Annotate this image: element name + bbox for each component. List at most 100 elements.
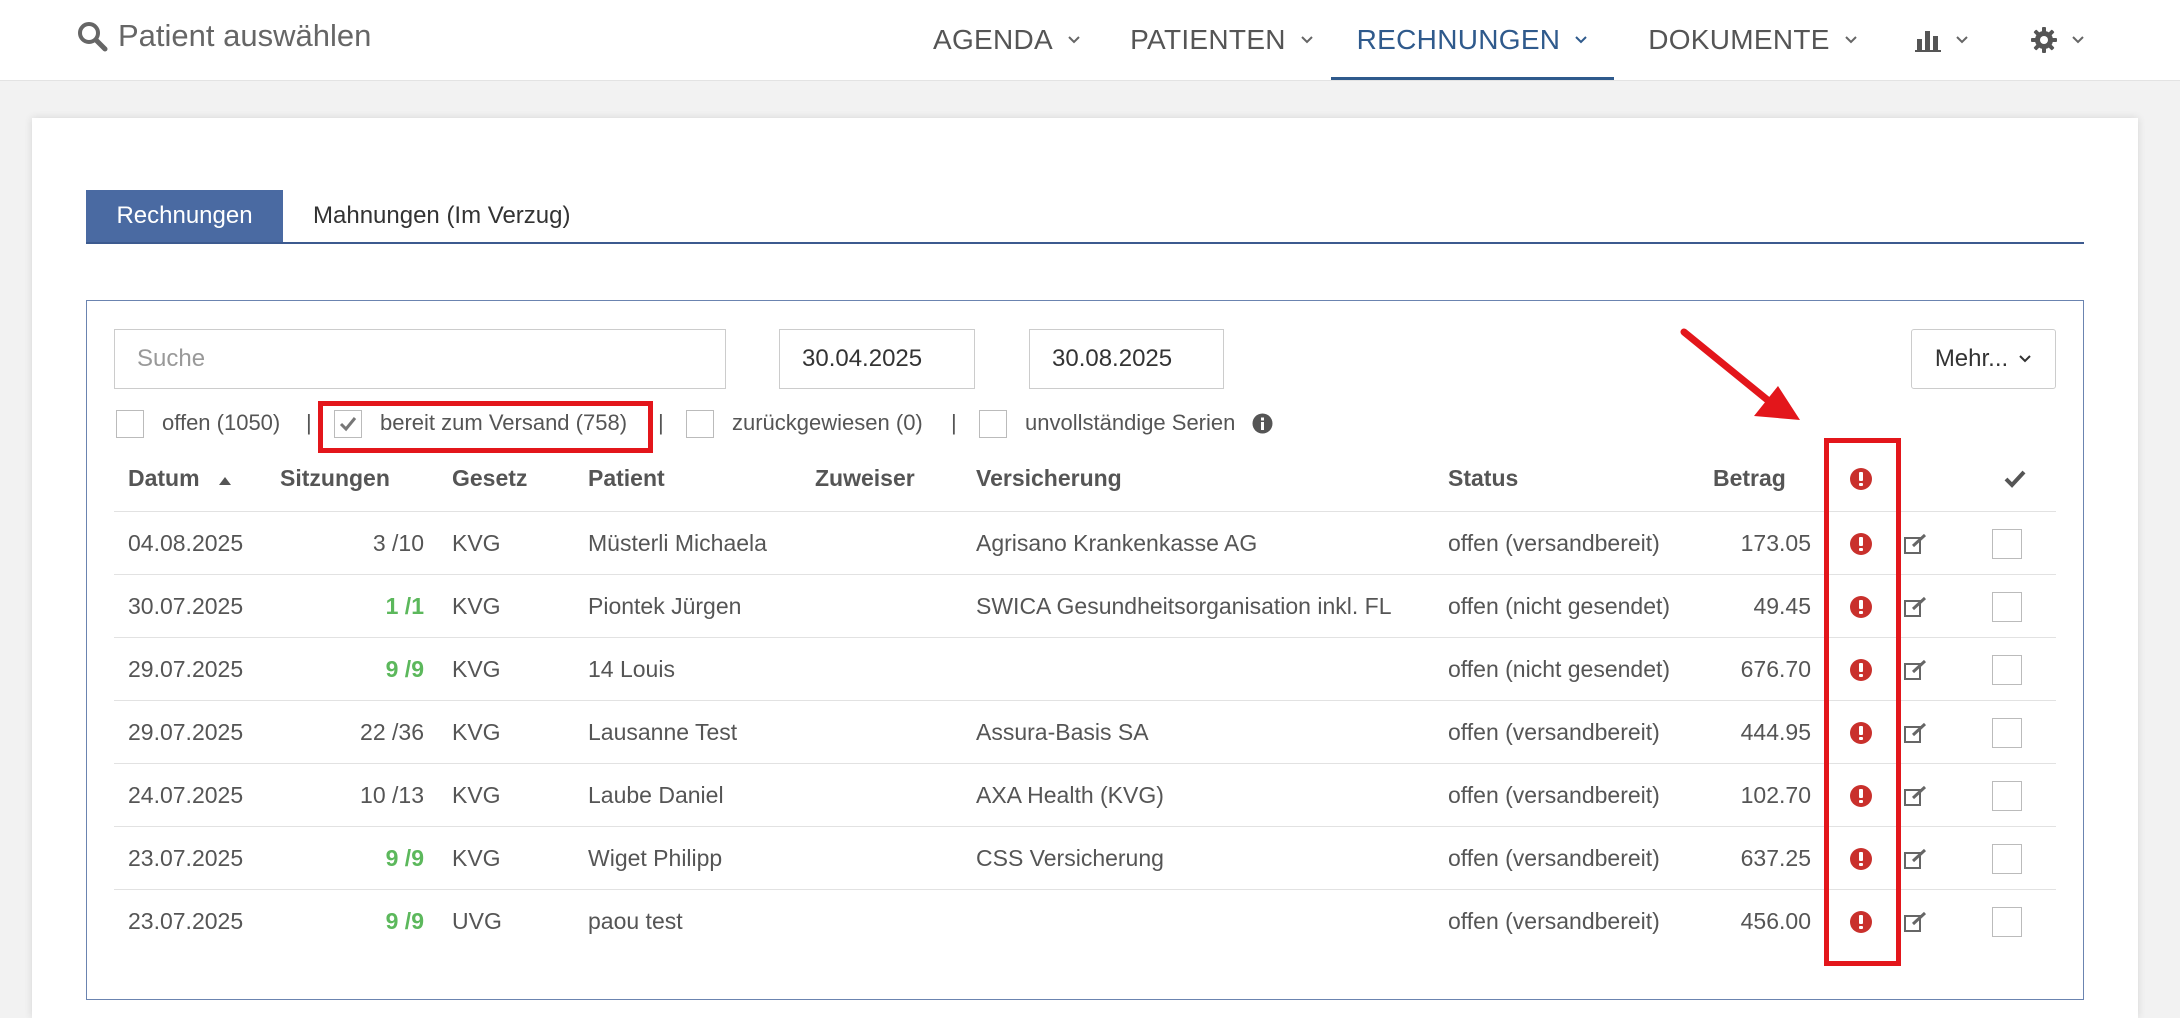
patient-search-label: Patient auswählen [118, 18, 372, 53]
table-row[interactable]: 30.07.2025 1 /1 KVG Piontek Jürgen SWICA… [114, 574, 2056, 638]
row-select-checkbox[interactable] [1992, 701, 2022, 764]
patient-search[interactable]: Patient auswählen [76, 16, 371, 56]
cell-datum: 23.07.2025 [128, 845, 244, 871]
cell-patient[interactable]: Laube Daniel [588, 764, 724, 827]
table-row[interactable]: 23.07.2025 9 /9 KVG Wiget Philipp CSS Ve… [114, 826, 2056, 890]
cell-betrag: 173.05 [1740, 530, 1811, 556]
row-select-checkbox[interactable] [1992, 764, 2022, 827]
table-row[interactable]: 23.07.2025 9 /9 UVG paou test offen (ver… [114, 889, 2056, 953]
checkbox[interactable] [1992, 906, 2022, 937]
cell-status: offen (versandbereit) [1448, 782, 1660, 808]
edit-button[interactable] [1904, 701, 1928, 764]
nav-patienten[interactable]: PATIENTEN [1114, 0, 1330, 80]
filter-unvollstaendig-label: unvollständige Serien [1025, 410, 1236, 435]
table-row[interactable]: 29.07.2025 9 /9 KVG 14 Louis offen (nich… [114, 637, 2056, 701]
cell-status: offen (versandbereit) [1448, 908, 1660, 934]
table-row[interactable]: 29.07.2025 22 /36 KVG Lausanne Test Assu… [114, 700, 2056, 764]
cell-betrag: 49.45 [1753, 593, 1811, 619]
date-from-input[interactable]: 30.04.2025 [779, 329, 975, 389]
checkbox[interactable] [1992, 780, 2022, 811]
chevron-down-icon [1068, 36, 1080, 44]
row-select-checkbox[interactable] [1992, 638, 2022, 701]
column-header-betrag[interactable]: Betrag [1713, 465, 1786, 492]
filter-offen-label: offen (1050) [162, 410, 281, 435]
info-icon[interactable] [1252, 413, 1273, 434]
nav-statistics[interactable] [1900, 0, 1984, 80]
nav-agenda[interactable]: AGENDA [902, 0, 1112, 80]
edit-button[interactable] [1904, 827, 1928, 890]
search-input[interactable]: Suche [114, 329, 726, 389]
cell-status: offen (versandbereit) [1448, 719, 1660, 745]
cell-status: offen (nicht gesendet) [1448, 656, 1671, 682]
nav-rechnungen[interactable]: RECHNUNGEN [1331, 0, 1614, 80]
checkbox[interactable] [1992, 528, 2022, 559]
column-header-status[interactable]: Status [1448, 465, 1518, 492]
column-header-patient[interactable]: Patient [588, 465, 665, 492]
cell-patient[interactable]: Lausanne Test [588, 701, 737, 764]
cell-betrag: 676.70 [1740, 656, 1811, 682]
date-to-input[interactable]: 30.08.2025 [1029, 329, 1224, 389]
tab-mahnungen[interactable]: Mahnungen (Im Verzug) [313, 190, 570, 242]
top-navbar: Patient auswählen AGENDA PATIENTEN RECHN… [0, 0, 2180, 81]
cell-gesetz: KVG [452, 845, 501, 871]
cell-patient[interactable]: Piontek Jürgen [588, 575, 741, 638]
cell-datum: 04.08.2025 [128, 530, 244, 556]
cell-gesetz: KVG [452, 719, 501, 745]
column-header-versicherung[interactable]: Versicherung [976, 465, 1122, 492]
nav-patienten-label: PATIENTEN [1130, 24, 1286, 55]
edit-button[interactable] [1904, 575, 1928, 638]
search-icon [78, 22, 108, 52]
edit-icon [1904, 785, 1927, 806]
column-header-sitzungen[interactable]: Sitzungen [280, 465, 390, 492]
gear-icon [2031, 27, 2057, 53]
edit-button[interactable] [1904, 638, 1928, 701]
filter-offen-checkbox[interactable] [116, 410, 144, 438]
filter-zurueckgewiesen-checkbox[interactable] [686, 410, 714, 438]
cell-datum: 29.07.2025 [128, 656, 244, 682]
checkbox[interactable] [1992, 654, 2022, 685]
row-select-checkbox[interactable] [1992, 575, 2022, 638]
column-header-datum-label: Datum [128, 465, 200, 491]
nav-dokumente[interactable]: DOKUMENTE [1638, 0, 1868, 80]
edit-icon [1904, 533, 1927, 554]
cell-datum: 24.07.2025 [128, 782, 244, 808]
cell-patient[interactable]: paou test [588, 890, 683, 953]
row-select-checkbox[interactable] [1992, 890, 2022, 953]
chevron-down-icon [2072, 36, 2084, 44]
filter-unvollstaendig-checkbox[interactable] [979, 410, 1007, 438]
cell-patient[interactable]: Wiget Philipp [588, 827, 722, 890]
more-dropdown-button[interactable]: Mehr... [1911, 329, 2056, 389]
checkbox[interactable] [1992, 591, 2022, 622]
nav-settings[interactable] [2016, 0, 2100, 80]
cell-versicherung: AXA Health (KVG) [976, 782, 1164, 808]
cell-gesetz: KVG [452, 782, 501, 808]
edit-button[interactable] [1904, 890, 1928, 953]
nav-dokumente-label: DOKUMENTE [1648, 24, 1830, 55]
cell-versicherung: CSS Versicherung [976, 845, 1164, 871]
row-select-checkbox[interactable] [1992, 512, 2022, 575]
cell-sitzungen: 22 /36 [360, 719, 424, 745]
date-to-value: 30.08.2025 [1052, 345, 1173, 372]
checkmark-header-icon [2004, 470, 2026, 488]
nav-rechnungen-label: RECHNUNGEN [1356, 24, 1561, 55]
cell-patient[interactable]: 14 Louis [588, 638, 675, 701]
cell-patient[interactable]: Müsterli Michaela [588, 512, 767, 575]
table-row[interactable]: 24.07.2025 10 /13 KVG Laube Daniel AXA H… [114, 763, 2056, 827]
cell-versicherung: SWICA Gesundheitsorganisation inkl. FL [976, 593, 1392, 619]
highlight-box-filter [318, 401, 653, 453]
tab-rechnungen[interactable]: Rechnungen [86, 190, 283, 242]
bar-chart-icon [1915, 31, 1941, 52]
edit-button[interactable] [1904, 764, 1928, 827]
column-header-gesetz[interactable]: Gesetz [452, 465, 527, 492]
table-row[interactable]: 04.08.2025 3 /10 KVG Müsterli Michaela A… [114, 511, 2056, 575]
separator: | [306, 410, 312, 435]
checkbox[interactable] [1992, 717, 2022, 748]
edit-button[interactable] [1904, 512, 1928, 575]
column-header-datum[interactable]: Datum [128, 465, 232, 492]
tab-rechnungen-label: Rechnungen [116, 202, 253, 229]
chevron-down-icon [2019, 355, 2031, 363]
column-header-zuweiser[interactable]: Zuweiser [815, 465, 915, 492]
checkbox[interactable] [1992, 843, 2022, 874]
cell-datum: 29.07.2025 [128, 719, 244, 745]
row-select-checkbox[interactable] [1992, 827, 2022, 890]
